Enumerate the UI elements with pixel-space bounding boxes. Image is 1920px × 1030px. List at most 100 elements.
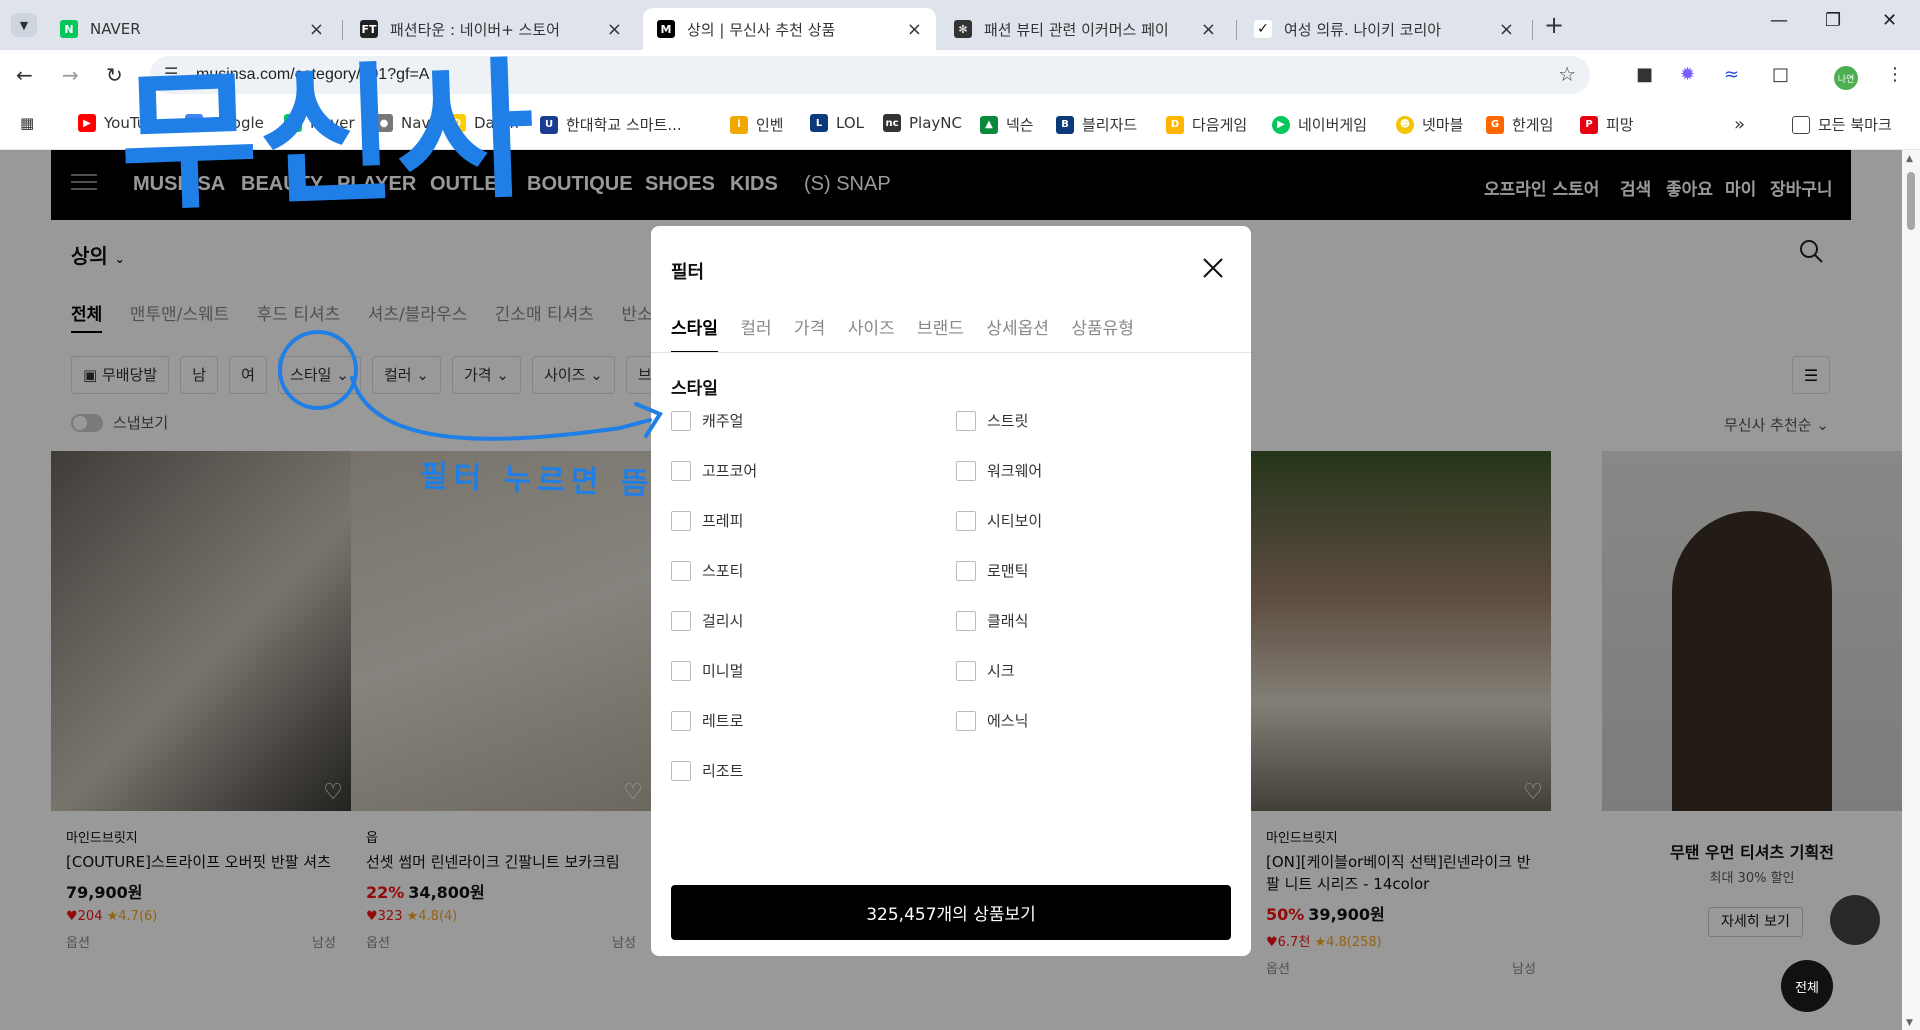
minimize-icon[interactable]: —	[1770, 10, 1788, 31]
style-option[interactable]: 스포티	[671, 560, 743, 581]
style-option[interactable]: 에스닉	[956, 710, 1028, 731]
filter-tab-size[interactable]: 사이즈	[848, 314, 895, 351]
checkbox[interactable]	[671, 610, 691, 631]
tab-fashiontown[interactable]: FT 패션타운 : 네이버+ 스토어 ×	[346, 8, 636, 50]
all-bookmarks-button[interactable]: 모든 북마크	[1792, 114, 1892, 135]
style-option[interactable]: 로맨틱	[956, 560, 1028, 581]
tab-search-button[interactable]: ▼	[11, 13, 37, 37]
university-icon: U	[540, 115, 558, 134]
view-products-button[interactable]: 325,457개의 상품보기	[671, 885, 1231, 940]
restore-icon[interactable]: ❐	[1825, 10, 1841, 31]
bookmarks-overflow-button[interactable]: »	[1734, 114, 1745, 135]
bookmark-hangame[interactable]: G 한게임	[1486, 114, 1553, 135]
filter-tab-brand[interactable]: 브랜드	[917, 314, 964, 351]
bookmark-label: YouTube	[104, 114, 165, 132]
checkbox[interactable]	[671, 510, 691, 531]
style-option[interactable]: 고프코어	[671, 460, 757, 481]
filter-tab-style[interactable]: 스타일	[671, 314, 718, 353]
scroll-up-icon[interactable]: ▲	[1906, 154, 1913, 164]
checkbox[interactable]	[956, 460, 976, 481]
forward-arrow-icon[interactable]: →	[62, 63, 79, 87]
bookmark-plaync[interactable]: nc PlayNC	[883, 114, 962, 132]
style-option[interactable]: 시크	[956, 660, 1015, 681]
close-icon[interactable]: ×	[907, 19, 922, 40]
reload-icon[interactable]: ↻	[106, 63, 123, 87]
blizzard-icon: B	[1056, 115, 1074, 134]
back-arrow-icon[interactable]: ←	[16, 63, 33, 87]
style-option[interactable]: 캐주얼	[671, 410, 743, 431]
bookmark-google[interactable]: G Google	[185, 114, 264, 132]
checkbox[interactable]	[956, 710, 976, 731]
checkbox[interactable]	[956, 610, 976, 631]
bookmark-pmang[interactable]: P 피망	[1580, 114, 1634, 135]
globe-icon: G	[185, 114, 203, 132]
checkbox[interactable]	[956, 560, 976, 581]
bookmark-naver-2[interactable]: ● Naver	[375, 114, 446, 132]
bookmark-blizzard[interactable]: B 블리자드	[1056, 114, 1137, 135]
bookmark-daum-game[interactable]: D 다음게임	[1166, 114, 1247, 135]
style-option[interactable]: 프레피	[671, 510, 743, 531]
close-window-icon[interactable]: ✕	[1882, 10, 1897, 31]
checkbox[interactable]	[671, 460, 691, 481]
bookmark-naver-game[interactable]: ▶ 네이버게임	[1272, 114, 1367, 135]
style-option[interactable]: 시티보이	[956, 510, 1042, 531]
style-option[interactable]: 미니멀	[671, 660, 743, 681]
close-icon[interactable]: ×	[309, 19, 324, 40]
scrollbar-thumb[interactable]	[1907, 172, 1915, 230]
bookmark-youtube[interactable]: ▶ YouTube	[78, 114, 165, 132]
tab-title: 여성 의류. 나이키 코리아	[1284, 20, 1442, 39]
filter-tab-type[interactable]: 상품유형	[1071, 314, 1134, 351]
close-icon[interactable]: ×	[1499, 19, 1514, 40]
chevron-down-icon: ▼	[19, 18, 29, 32]
profile-avatar[interactable]: 나연	[1834, 66, 1858, 90]
checkbox[interactable]	[956, 410, 976, 431]
checkbox[interactable]	[956, 660, 976, 681]
extensions-puzzle-icon[interactable]: □	[1772, 64, 1789, 85]
style-option[interactable]: 클래식	[956, 610, 1028, 631]
checkbox[interactable]	[671, 560, 691, 581]
page-scrollbar[interactable]: ▲ ▼	[1902, 150, 1920, 1030]
site-info-icon[interactable]: ☰	[164, 64, 178, 83]
bookmark-lol[interactable]: L LOL	[810, 114, 864, 132]
tab-fashion-beauty[interactable]: ✻ 패션 뷰티 관련 이커머스 페이 ×	[940, 8, 1230, 50]
checkbox[interactable]	[671, 660, 691, 681]
tab-separator	[1236, 20, 1237, 40]
filter-tab-detail[interactable]: 상세옵션	[986, 314, 1049, 351]
checkbox[interactable]	[671, 410, 691, 431]
bookmark-star-icon[interactable]: ☆	[1558, 62, 1576, 86]
tab-naver[interactable]: N NAVER ×	[46, 8, 338, 50]
bookmark-label: 한게임	[1512, 116, 1554, 134]
address-bar[interactable]: ☰ musinsa.com/category/001?gf=A ☆	[150, 56, 1590, 94]
tab-nike[interactable]: ✓ 여성 의류. 나이키 코리아 ×	[1240, 8, 1528, 50]
style-option[interactable]: 워크웨어	[956, 460, 1042, 481]
extension-wave-icon[interactable]: ≈	[1724, 64, 1739, 85]
checkbox[interactable]	[956, 510, 976, 531]
bookmark-naver[interactable]: N Naver	[284, 114, 355, 132]
bookmark-nexon[interactable]: ▲ 넥슨	[980, 114, 1034, 135]
apps-grid-icon[interactable]: ▦	[20, 114, 34, 132]
close-icon[interactable]	[1201, 256, 1225, 280]
scroll-down-icon[interactable]: ▼	[1906, 1018, 1913, 1028]
divider	[651, 352, 1251, 353]
bookmark-inven[interactable]: i 인벤	[730, 114, 784, 135]
style-option[interactable]: 걸리시	[671, 610, 743, 631]
style-option[interactable]: 리조트	[671, 760, 743, 781]
checkbox[interactable]	[671, 760, 691, 781]
bookmark-daum[interactable]: D Daum	[448, 114, 519, 132]
close-icon[interactable]: ×	[607, 19, 622, 40]
extension-gear-icon[interactable]: ✹	[1680, 64, 1695, 85]
new-tab-button[interactable]: +	[1544, 11, 1564, 39]
more-menu-icon[interactable]: ⋮	[1886, 64, 1904, 85]
style-option[interactable]: 스트릿	[956, 410, 1028, 431]
close-icon[interactable]: ×	[1201, 19, 1216, 40]
tab-musinsa-active[interactable]: M 상의 | 무신사 추천 상품 ×	[643, 8, 936, 50]
bookmark-label: 모든 북마크	[1818, 116, 1892, 134]
camera-icon[interactable]: ■	[1636, 64, 1653, 85]
bookmark-netmarble[interactable]: ☻ 넷마블	[1396, 114, 1463, 135]
style-option[interactable]: 레트로	[671, 710, 743, 731]
filter-tab-price[interactable]: 가격	[794, 314, 825, 351]
checkbox[interactable]	[671, 710, 691, 731]
filter-tab-color[interactable]: 컬러	[740, 314, 771, 351]
bookmark-university[interactable]: U 한대학교 스마트...	[540, 114, 682, 135]
floating-all-button[interactable]: 전체	[1781, 960, 1833, 1012]
